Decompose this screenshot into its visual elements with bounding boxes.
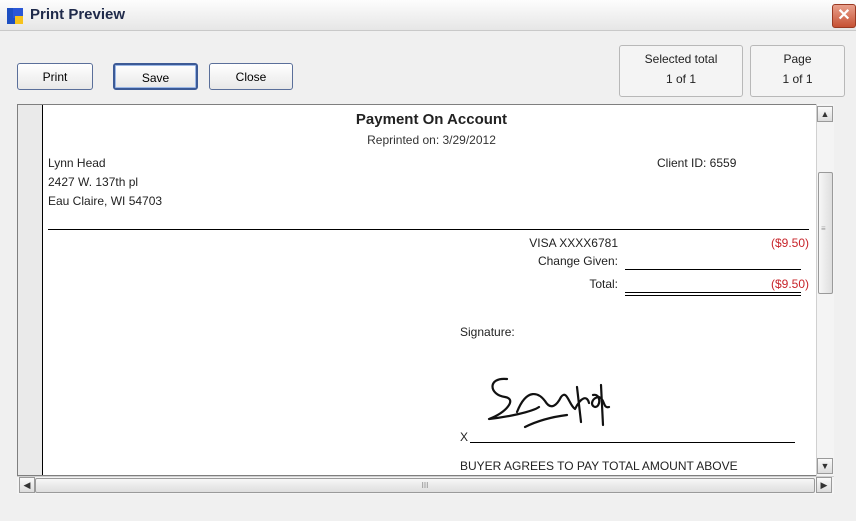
close-button[interactable]: Close <box>209 63 293 90</box>
document-title: Payment On Account <box>355 111 508 128</box>
print-button[interactable]: Print <box>17 63 93 90</box>
save-button[interactable]: Save <box>113 63 198 90</box>
total-amount: ($9.50) <box>770 277 809 291</box>
total-label: Total: <box>589 277 618 291</box>
payment-amount: ($9.50) <box>770 236 809 250</box>
selected-total-counter: Selected total 1 of 1 <box>619 45 743 97</box>
close-window-icon[interactable]: ✕ <box>832 4 856 28</box>
scroll-left-icon[interactable]: ◀ <box>19 477 35 493</box>
reprinted-date: Reprinted on: 3/29/2012 <box>367 133 496 147</box>
client-address-line2: Eau Claire, WI 54703 <box>48 194 163 208</box>
print-preview-window: Print Preview ✕ Print Save Close Selecte… <box>0 0 856 521</box>
page-value: 1 of 1 <box>782 72 813 86</box>
change-given-label: Change Given: <box>537 254 618 268</box>
horizontal-scroll-thumb[interactable]: III <box>35 478 815 493</box>
horizontal-scrollbar[interactable]: ◀ III ▶ <box>17 476 834 494</box>
page-label: Page <box>783 52 812 66</box>
section-divider <box>48 229 809 230</box>
scroll-up-icon[interactable]: ▲ <box>817 106 833 122</box>
payment-method: VISA XXXX6781 <box>529 236 618 250</box>
client-address-line1: 2427 W. 137th pl <box>48 175 139 189</box>
window-title: Print Preview <box>30 6 126 23</box>
scroll-right-icon[interactable]: ▶ <box>816 477 832 493</box>
total-double-line-1 <box>625 292 801 293</box>
vertical-scrollbar[interactable]: ▲ ≡ ▼ <box>816 104 834 476</box>
client-name: Lynn Head <box>48 156 106 170</box>
vertical-scroll-thumb[interactable] <box>818 172 833 294</box>
scroll-down-icon[interactable]: ▼ <box>817 458 833 474</box>
vertical-grip-icon: ≡ <box>821 224 826 233</box>
status-bar <box>0 494 856 521</box>
document-page: Payment On Account Reprinted on: 3/29/20… <box>42 105 821 475</box>
signature-label: Signature: <box>460 325 515 339</box>
page-counter: Page 1 of 1 <box>750 45 845 97</box>
selected-total-label: Selected total <box>644 52 718 66</box>
selected-total-value: 1 of 1 <box>665 72 697 86</box>
change-underline <box>625 269 801 270</box>
buyer-agrees-text: BUYER AGREES TO PAY TOTAL AMOUNT ABOVE <box>460 459 738 473</box>
app-icon <box>7 8 23 24</box>
signature-image <box>487 377 611 429</box>
preview-viewport[interactable]: Payment On Account Reprinted on: 3/29/20… <box>17 104 834 476</box>
signature-line <box>470 442 795 443</box>
total-double-line-2 <box>625 295 801 296</box>
signature-x: X <box>460 430 469 444</box>
client-id: Client ID: 6559 <box>657 156 737 170</box>
title-bar[interactable]: Print Preview ✕ <box>0 0 856 31</box>
